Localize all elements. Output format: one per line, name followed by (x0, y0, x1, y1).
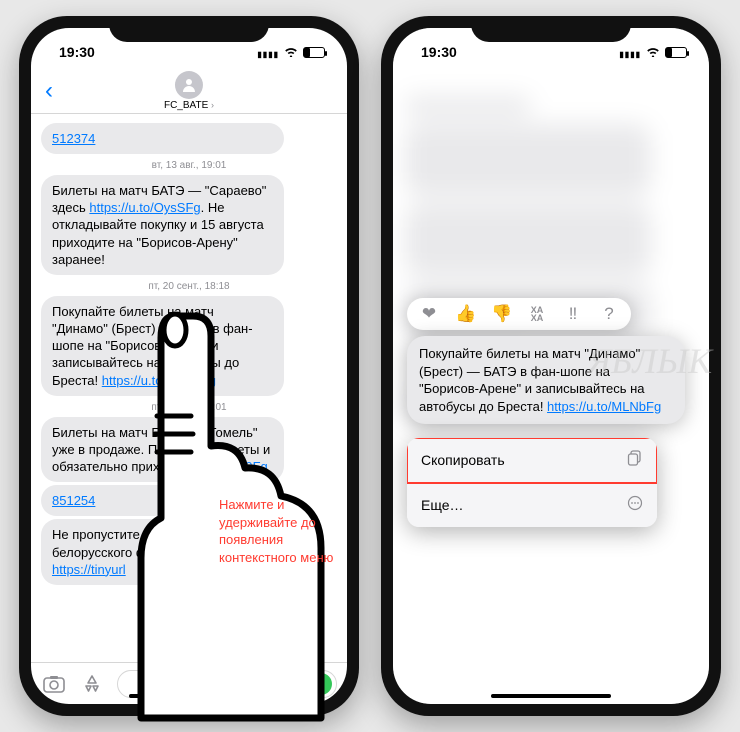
context-menu: Скопировать Еще… (407, 438, 657, 527)
copy-icon (627, 450, 643, 470)
tapback-exclaim-icon[interactable]: ‼ (563, 304, 583, 324)
iphone-right: 19:30 ❤ 👍 👎 ХА ХА ‼ (381, 16, 721, 716)
selected-message-bubble[interactable]: Покупайте билеты на матч "Динамо" (Брест… (407, 336, 685, 424)
battery-icon (665, 47, 687, 58)
message-bubble[interactable]: Билеты на матч БАТЭ — "Сараево" здесь ht… (41, 175, 284, 275)
link[interactable]: 512374 (52, 131, 95, 146)
camera-icon[interactable] (41, 671, 67, 697)
screen-right: 19:30 ❤ 👍 👎 ХА ХА ‼ (393, 28, 709, 704)
message-bubble[interactable]: 512374 (41, 123, 284, 154)
status-icons (257, 44, 325, 60)
context-menu-layer: ❤ 👍 👎 ХА ХА ‼ ? Покупайте билеты на матч… (393, 28, 709, 704)
status-icons (619, 44, 687, 60)
message-bubble[interactable]: Билеты на матч БАТЭ — "Гомель" уже в про… (41, 417, 284, 482)
menu-item-copy[interactable]: Скопировать (407, 438, 657, 483)
link[interactable]: https://u.to/OysSFg (89, 200, 200, 215)
wifi-icon (284, 44, 298, 60)
instruction-label: Нажмите и удерживайте до появления конте… (219, 496, 359, 566)
status-time: 19:30 (59, 44, 95, 60)
tapback-thumbsdown-icon[interactable]: 👎 (491, 304, 511, 324)
battery-icon (303, 47, 325, 58)
signal-icon (619, 44, 641, 60)
contact-name: FC_BATE (164, 100, 208, 111)
message-bubble[interactable]: Покупайте билеты на матч "Динамо" (Брест… (41, 296, 284, 396)
timestamp: вт, 13 авг., 19:01 (41, 160, 337, 171)
tapback-thumbsup-icon[interactable]: 👍 (455, 304, 475, 324)
home-indicator[interactable] (491, 694, 611, 698)
tapback-bar: ❤ 👍 👎 ХА ХА ‼ ? (407, 298, 631, 330)
nav-header: ‹ FC_BATE › (31, 68, 347, 114)
tapback-question-icon[interactable]: ? (599, 304, 619, 324)
link[interactable]: 851254 (52, 493, 95, 508)
notch (471, 16, 631, 42)
chevron-right-icon: › (211, 100, 214, 110)
timestamp: пт, 18 окт., 18:01 (41, 402, 337, 413)
avatar-icon (175, 71, 203, 99)
link[interactable]: https://tinyurl (52, 562, 126, 577)
signal-icon (257, 44, 279, 60)
home-indicator[interactable] (129, 694, 249, 698)
status-time: 19:30 (421, 44, 457, 60)
messages-list[interactable]: 512374 вт, 13 авг., 19:01 Билеты на матч… (31, 114, 347, 662)
more-icon (627, 495, 643, 515)
link[interactable]: u.to/r6d9Fg (201, 459, 268, 474)
back-button[interactable]: ‹ (45, 77, 53, 105)
iphone-left: 19:30 ‹ FC_BATE › 512374 вт, 13 авг., 19… (19, 16, 359, 716)
wifi-icon (646, 44, 660, 60)
appstore-icon[interactable] (79, 671, 105, 697)
timestamp: пт, 20 сент., 18:18 (41, 281, 337, 292)
link[interactable]: https://u.to/MLNbFg (102, 373, 216, 388)
menu-label: Еще… (421, 497, 464, 513)
tapback-haha-icon[interactable]: ХА ХА (527, 306, 547, 322)
link[interactable]: https://u.to/MLNbFg (547, 399, 661, 414)
contact-header[interactable]: FC_BATE › (164, 71, 214, 111)
notch (109, 16, 269, 42)
send-button[interactable]: ↑ (310, 673, 332, 695)
screen-left: 19:30 ‹ FC_BATE › 512374 вт, 13 авг., 19… (31, 28, 347, 704)
menu-label: Скопировать (421, 452, 505, 468)
menu-item-more[interactable]: Еще… (407, 483, 657, 527)
tapback-heart-icon[interactable]: ❤ (419, 304, 439, 324)
